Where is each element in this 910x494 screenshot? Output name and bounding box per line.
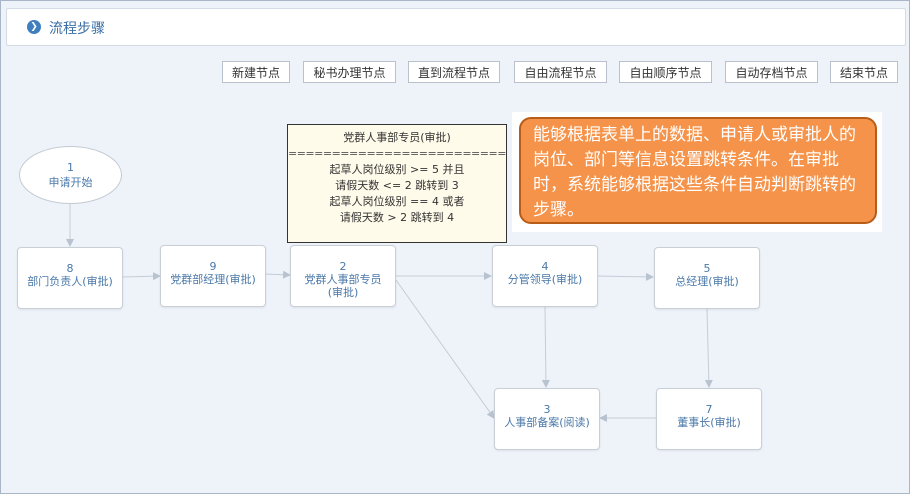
- node-number: 9: [209, 260, 217, 273]
- edge-4-5: [597, 272, 654, 281]
- condition-line: 起草人岗位级别 == 4 或者: [329, 195, 465, 208]
- node-label: 部门负责人(审批): [27, 275, 113, 288]
- node-label: 人事部备案(阅读): [504, 416, 590, 429]
- node-label: 总经理(审批): [675, 275, 739, 288]
- node-number: 4: [541, 260, 549, 273]
- node-number: 3: [543, 403, 551, 416]
- node-label: 董事长(审批): [677, 416, 741, 429]
- flow-node-8[interactable]: 8 部门负责人(审批): [17, 247, 123, 309]
- flow-node-2[interactable]: 2 党群人事部专员(审批): [290, 245, 396, 307]
- condition-line: 起草人岗位级别 >= 5 并且: [329, 163, 465, 176]
- node-label: 申请开始: [48, 176, 93, 189]
- condition-line: 请假天数 > 2 跳转到 4: [339, 211, 455, 224]
- condition-tooltip: 党群人事部专员(审批) =========================== …: [287, 124, 507, 243]
- node-number: 2: [339, 260, 347, 273]
- edge-4-3: [541, 306, 550, 388]
- flow-node-7[interactable]: 7 董事长(审批): [656, 388, 762, 450]
- condition-title: 党群人事部专员(审批): [343, 131, 451, 144]
- edge-8-9: [121, 272, 161, 281]
- edge-2-3: [395, 279, 495, 419]
- flow-node-3[interactable]: 3 人事部备案(阅读): [494, 388, 600, 450]
- condition-line: 请假天数 <= 2 跳转到 3: [335, 179, 459, 192]
- flow-node-9[interactable]: 9 党群部经理(审批): [160, 245, 266, 307]
- edge-9-2: [264, 270, 291, 279]
- edge-5-7: [704, 308, 713, 388]
- flow-connectors: [66, 204, 713, 422]
- node-label: 分管领导(审批): [507, 273, 583, 286]
- flow-node-5[interactable]: 5 总经理(审批): [654, 247, 760, 309]
- node-number: 1: [67, 161, 74, 174]
- condition-separator: ===========================: [288, 147, 506, 160]
- node-label: 党群部经理(审批): [170, 273, 256, 286]
- node-number: 7: [705, 403, 713, 416]
- node-number: 5: [703, 262, 711, 275]
- node-number: 8: [66, 262, 74, 275]
- flow-node-4[interactable]: 4 分管领导(审批): [492, 245, 598, 307]
- node-label: 党群人事部专员(审批): [304, 273, 382, 299]
- annotation-callout: 能够根据表单上的数据、申请人或审批人的岗位、部门等信息设置跳转条件。在审批时，系…: [519, 117, 877, 224]
- flow-node-start[interactable]: 1 申请开始: [19, 146, 122, 204]
